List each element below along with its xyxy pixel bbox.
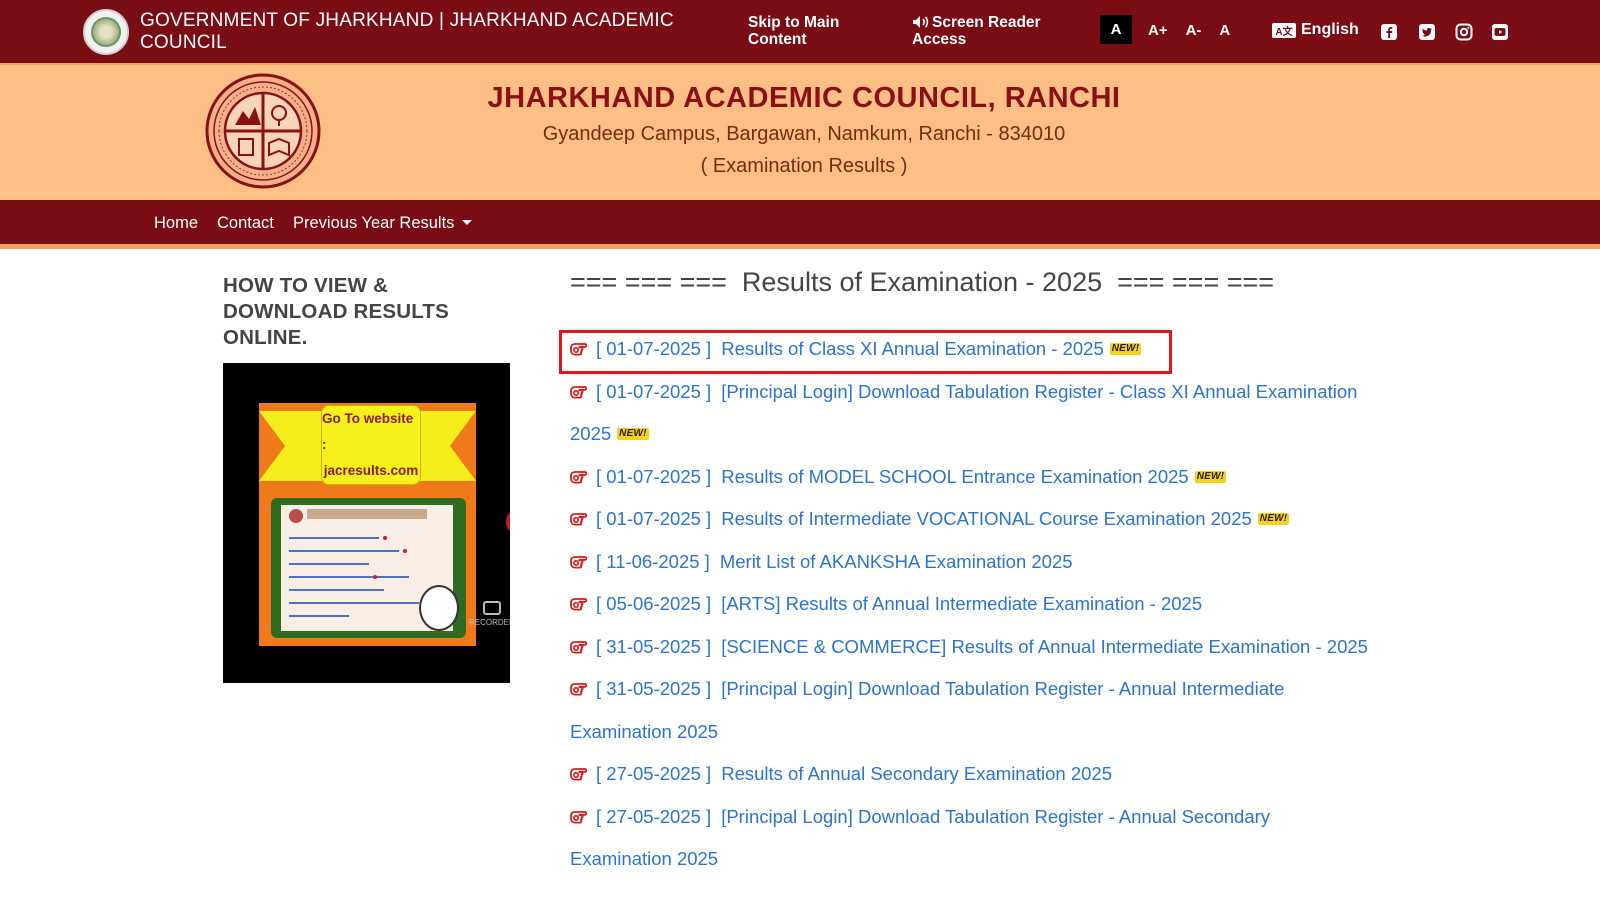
result-title: [SCIENCE & COMMERCE] Results of Annual I… [721, 635, 1368, 657]
pointing-hand-icon [570, 810, 587, 823]
results-list: [ 01-07-2025 ] Results of Class XI Annual… [570, 328, 1370, 881]
sidebar-title: HOW TO VIEW & DOWNLOAD RESULTS ONLINE. [223, 274, 450, 349]
government-emblem-logo [83, 9, 129, 55]
skip-to-main-content-link[interactable]: Skip to Main Content [748, 14, 868, 48]
screen-reader-label: Screen Reader Access [912, 14, 1041, 48]
new-badge: NEW! [1194, 470, 1227, 483]
recorder-label: RECORDER [469, 618, 510, 627]
result-date: [ 01-07-2025 ] [596, 380, 712, 402]
pointing-hand-icon [570, 470, 587, 483]
results-section-title: === === === Results of Examination - 202… [570, 267, 1275, 297]
nav-home-link[interactable]: Home [154, 214, 198, 233]
result-link[interactable]: [ 31-05-2025 ] [SCIENCE & COMMERCE] Resul… [570, 626, 1370, 669]
pointing-hand-icon [570, 683, 587, 696]
result-date: [ 27-05-2025 ] [596, 763, 712, 784]
recorder-watermark: RECORDER [469, 601, 510, 628]
pointing-hand-icon [570, 385, 587, 398]
pointing-hand-icon [570, 640, 587, 653]
result-link[interactable]: [ 27-05-2025 ] Results of Annual Secondar… [570, 753, 1370, 796]
font-size-decrease-button[interactable]: A- [1186, 22, 1202, 39]
facebook-icon[interactable] [1380, 23, 1398, 41]
speaker-icon [913, 16, 929, 28]
new-badge: NEW! [617, 428, 649, 440]
page-subtitle: ( Examination Results ) [700, 155, 908, 177]
twitter-icon[interactable] [1418, 23, 1436, 41]
video-thumbnail: Go To website : jacresults.com [259, 403, 476, 646]
government-title: GOVERNMENT OF JHARKHAND | JHARKHAND ACAD… [140, 10, 674, 53]
youtube-icon[interactable] [1491, 23, 1509, 41]
font-size-controls: A A+ A- A [1100, 15, 1248, 44]
nav-previous-year-results-label: Previous Year Results [293, 214, 455, 232]
result-date: [ 31-05-2025 ] [596, 635, 712, 657]
font-size-increase-button[interactable]: A+ [1148, 22, 1168, 39]
result-link[interactable]: [ 11-06-2025 ] Merit List of AKANKSHA Exa… [570, 541, 1370, 584]
page: GOVERNMENT OF JHARKHAND | JHARKHAND ACAD… [0, 0, 1600, 900]
result-title: Results of Class XI Annual Examination -… [721, 338, 1104, 359]
pointing-hand-icon [570, 598, 587, 611]
nav-previous-year-results-dropdown[interactable]: Previous Year Results [293, 214, 473, 233]
result-date: [ 01-07-2025 ] [596, 338, 712, 359]
result-date: [ 27-05-2025 ] [596, 805, 712, 827]
font-size-default-button[interactable]: A [1100, 15, 1132, 44]
result-title: Results of Annual Secondary Examination … [721, 763, 1113, 784]
result-title: Results of MODEL SCHOOL Entrance Examina… [721, 465, 1189, 487]
screen-reader-access-link[interactable]: Screen Reader Access [912, 14, 1072, 48]
video-text-line-2: jacresults.com [323, 463, 419, 478]
video-recorder-icon [482, 601, 501, 615]
result-link[interactable]: [ 01-07-2025 ] Results of Class XI Annual… [570, 328, 1370, 371]
result-date: [ 01-07-2025 ] [596, 465, 712, 487]
translate-icon: A文 [1272, 22, 1296, 38]
result-link[interactable]: [ 27-05-2025 ] [Principal Login] Download… [570, 796, 1370, 881]
language-label: English [1301, 21, 1359, 38]
result-link[interactable]: [ 01-07-2025 ] [Principal Login] Download… [570, 371, 1370, 456]
site-header: JHARKHAND ACADEMIC COUNCIL, RANCHI Gyand… [0, 63, 1600, 200]
font-size-normal-button[interactable]: A [1219, 22, 1230, 39]
result-link[interactable]: [ 01-07-2025 ] Results of Intermediate VO… [570, 498, 1370, 541]
pointing-hand-icon [570, 343, 587, 356]
main-navigation: Home Contact Previous Year Results [0, 200, 1600, 249]
result-link[interactable]: [ 01-07-2025 ] Results of MODEL SCHOOL En… [570, 456, 1370, 499]
video-text-line-1: Go To website : [322, 411, 414, 452]
pointing-hand-icon [570, 768, 587, 781]
result-title: Results of Intermediate VOCATIONAL Cours… [721, 508, 1252, 529]
language-selector[interactable]: A文 English [1272, 21, 1359, 39]
new-badge: NEW! [1257, 513, 1290, 525]
result-date: [ 05-06-2025 ] [596, 593, 712, 614]
cursor-hand-icon [419, 585, 459, 631]
top-bar: GOVERNMENT OF JHARKHAND | JHARKHAND ACAD… [0, 0, 1600, 63]
result-date: [ 01-07-2025 ] [596, 508, 712, 529]
result-date: [ 11-06-2025 ] [596, 550, 710, 572]
council-address: Gyandeep Campus, Bargawan, Namkum, Ranch… [542, 123, 1066, 145]
tutorial-video[interactable]: Go To website : jacresults.com RECORDER [223, 363, 510, 683]
result-title: Merit List of AKANKSHA Examination 2025 [719, 550, 1073, 572]
pointing-hand-icon [570, 555, 587, 568]
council-title: JHARKHAND ACADEMIC COUNCIL, RANCHI [487, 82, 1121, 114]
caret-down-icon [462, 220, 473, 225]
result-date: [ 31-05-2025 ] [596, 678, 712, 699]
instagram-icon[interactable] [1455, 23, 1473, 41]
result-link[interactable]: [ 05-06-2025 ] [ARTS] Results of Annual I… [570, 583, 1370, 626]
result-title: [ARTS] Results of Annual Intermediate Ex… [721, 593, 1203, 614]
result-link[interactable]: [ 31-05-2025 ] [Principal Login] Download… [570, 668, 1370, 753]
pointing-hand-icon [570, 513, 587, 526]
new-badge: NEW! [1109, 343, 1142, 355]
nav-contact-link[interactable]: Contact [217, 214, 274, 233]
